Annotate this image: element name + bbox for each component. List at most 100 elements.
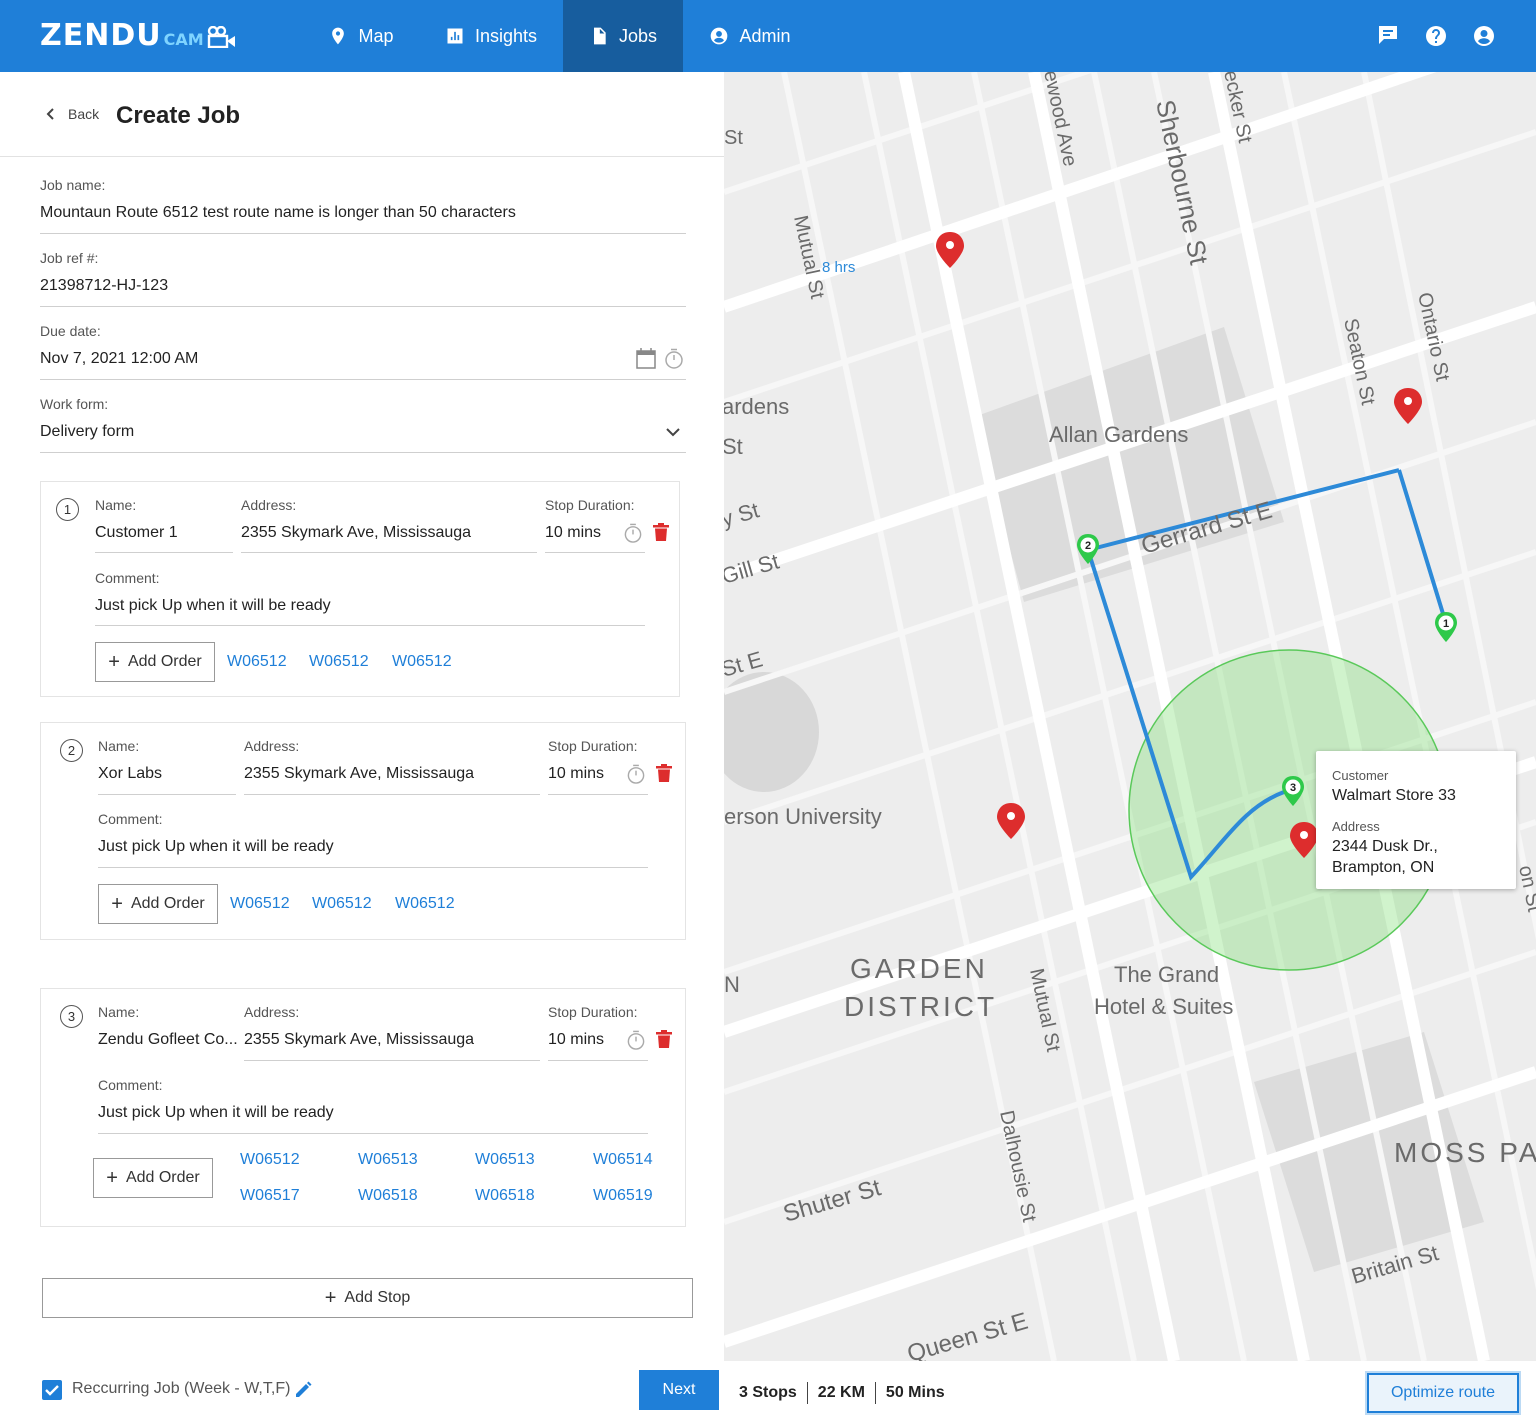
work-form-label: Work form: (40, 396, 109, 412)
plus-icon: + (108, 651, 120, 673)
stop-address-label: Address: (244, 1004, 300, 1020)
nav-tab-map[interactable]: Map (312, 0, 410, 72)
order-link[interactable]: W06512 (392, 653, 452, 671)
order-link[interactable]: W06517 (240, 1187, 300, 1205)
street-label: on St (1514, 863, 1536, 914)
input-underline (98, 1133, 648, 1134)
route-stop-pin-1[interactable]: 1 (1435, 612, 1457, 642)
stop-number-badge: 3 (60, 1005, 83, 1028)
input-underline (545, 552, 645, 553)
stop-address-label: Address: (241, 497, 297, 513)
order-link[interactable]: W06514 (593, 1151, 653, 1169)
stop-comment-input[interactable]: Just pick Up when it will be ready (98, 1104, 648, 1122)
stop-comment-label: Comment: (98, 811, 163, 827)
recurring-job-checkbox[interactable] (42, 1380, 62, 1400)
due-date-field[interactable]: Due date: Nov 7, 2021 12:00 AM (40, 323, 686, 380)
timer-icon[interactable] (626, 1030, 646, 1050)
route-duration: 50 Mins (874, 1382, 955, 1404)
plus-icon: + (106, 1167, 118, 1189)
stop-name-label: Name: (98, 738, 140, 754)
stop-comment-input[interactable]: Just pick Up when it will be ready (98, 838, 648, 856)
map-canvas[interactable]: St Mutual St 8 hrs ewood Ave Sherbourne … (724, 72, 1536, 1361)
stops-count: 3 Stops (739, 1384, 797, 1401)
stop-name-label: Name: (95, 497, 137, 513)
nav-tab-jobs[interactable]: Jobs (563, 0, 683, 72)
street-label: y St (724, 497, 762, 531)
street-label: N (724, 972, 740, 997)
order-link[interactable]: W06513 (475, 1151, 535, 1169)
work-form-select[interactable]: Work form: Delivery form (40, 396, 686, 453)
street-label: Shuter St (780, 1174, 884, 1228)
delete-stop-icon[interactable] (656, 764, 672, 782)
stop-address-input[interactable]: 2355 Skymark Ave, Mississauga (244, 1031, 534, 1049)
job-ref-field[interactable]: Job ref #: 21398712-HJ-123 (40, 250, 686, 307)
stop-address-input[interactable]: 2355 Skymark Ave, Mississauga (244, 765, 534, 783)
due-date-label: Due date: (40, 323, 101, 339)
back-button[interactable]: Back (44, 106, 99, 122)
order-link[interactable]: W06513 (358, 1151, 418, 1169)
stop-address-input[interactable]: 2355 Skymark Ave, Mississauga (241, 524, 531, 542)
delete-stop-icon[interactable] (653, 523, 669, 541)
check-icon (45, 1385, 59, 1396)
input-underline (98, 794, 236, 795)
nav-tab-label: Jobs (618, 25, 658, 46)
street-label: 8 hrs (822, 259, 855, 276)
street-label: MOSS PA (1394, 1137, 1536, 1168)
stop-name-input[interactable]: Xor Labs (98, 765, 234, 783)
stop-name-input[interactable]: Zendu Gofleet Co... (98, 1031, 238, 1049)
timer-icon[interactable] (623, 523, 643, 543)
flag-button[interactable] (1376, 24, 1400, 48)
add-order-label: Add Order (130, 895, 205, 912)
delete-stop-icon[interactable] (656, 1030, 672, 1048)
nav-tab-insights[interactable]: Insights (426, 0, 556, 72)
plus-icon: + (324, 1286, 337, 1309)
street-label: Allan Gardens (1049, 422, 1188, 447)
add-stop-button[interactable]: + Add Stop (42, 1278, 693, 1318)
calendar-icon[interactable] (636, 348, 656, 369)
nav-tab-admin[interactable]: Admin (692, 0, 808, 72)
optimize-route-button[interactable]: Optimize route (1367, 1373, 1519, 1413)
street-label: Gill St (724, 549, 782, 589)
add-order-button[interactable]: + Add Order (98, 884, 218, 924)
order-link[interactable]: W06512 (312, 895, 372, 913)
camera-icon (207, 26, 235, 48)
help-icon (1426, 26, 1446, 46)
stop-duration-label: Stop Duration: (548, 738, 638, 754)
user-profile-button[interactable] (1472, 24, 1496, 48)
stop-comment-input[interactable]: Just pick Up when it will be ready (95, 597, 645, 615)
add-order-button[interactable]: + Add Order (95, 642, 215, 682)
order-link[interactable]: W06512 (240, 1151, 300, 1169)
stop-duration-input[interactable]: 10 mins (548, 765, 618, 783)
zenducam-logo[interactable]: ZENDU CAM (40, 21, 237, 51)
route-map[interactable]: St Mutual St 8 hrs ewood Ave Sherbourne … (724, 72, 1536, 1361)
stop-name-input[interactable]: Customer 1 (95, 524, 231, 542)
popup-address-value: 2344 Dusk Dr., Brampton, ON (1332, 838, 1438, 876)
order-link[interactable]: W06519 (593, 1187, 653, 1205)
input-underline (95, 552, 233, 553)
job-name-label: Job name: (40, 177, 106, 193)
street-label: ardens (724, 394, 789, 419)
add-order-button[interactable]: + Add Order (93, 1158, 213, 1198)
order-link[interactable]: W06512 (309, 653, 369, 671)
help-button[interactable] (1424, 24, 1448, 48)
location-pin[interactable] (1394, 388, 1422, 424)
job-name-value: Mountaun Route 6512 test route name is l… (40, 204, 516, 221)
popup-customer-label: Customer (1332, 768, 1389, 783)
stop-name-label: Name: (98, 1004, 140, 1020)
edit-pencil-icon[interactable] (293, 1380, 313, 1400)
panel-header: Back Create Job (0, 72, 724, 157)
order-link[interactable]: W06518 (475, 1187, 535, 1205)
job-name-field[interactable]: Job name: Mountaun Route 6512 test route… (40, 177, 686, 234)
stop-duration-input[interactable]: 10 mins (548, 1031, 618, 1049)
next-button[interactable]: Next (639, 1370, 719, 1410)
order-link[interactable]: W06518 (358, 1187, 418, 1205)
timer-icon[interactable] (626, 764, 646, 784)
order-link[interactable]: W06512 (395, 895, 455, 913)
route-stats: 3 Stops 22 KM 50 Mins (739, 1381, 955, 1405)
order-link[interactable]: W06512 (227, 653, 287, 671)
stop-duration-input[interactable]: 10 mins (545, 524, 615, 542)
add-order-label: Add Order (127, 653, 202, 670)
page-title: Create Job (116, 102, 241, 129)
timer-icon[interactable] (664, 348, 684, 369)
order-link[interactable]: W06512 (230, 895, 290, 913)
